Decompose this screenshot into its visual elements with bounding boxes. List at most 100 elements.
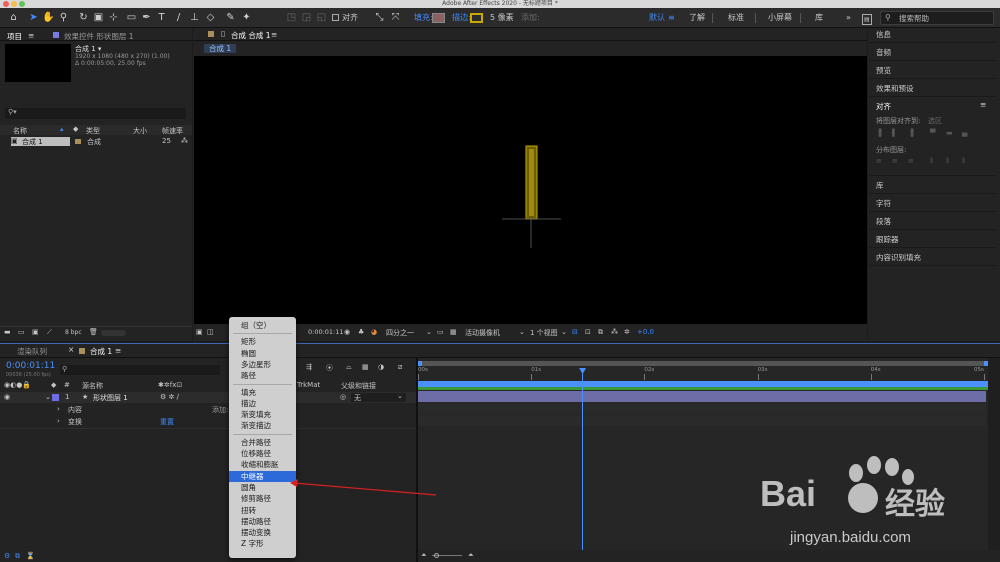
align-right-icon[interactable]: ▐ (908, 129, 913, 137)
layer-duration-bar[interactable] (418, 391, 986, 402)
distribute-top-icon[interactable]: ≡ (876, 157, 882, 165)
home-icon[interactable]: ⌂ (7, 11, 20, 24)
selection-tool-icon[interactable]: ➤ (27, 11, 40, 24)
menu-item[interactable]: 渐变填充 (229, 409, 296, 420)
panel-content-aware-fill[interactable]: 内容识别填充 (876, 252, 921, 263)
panel-character[interactable]: 字符 (876, 198, 891, 209)
zoom-in-icon[interactable]: ⏶ (468, 551, 474, 560)
menu-item[interactable]: 填充 (229, 387, 296, 398)
frame-blending-icon[interactable]: ▦ (362, 363, 369, 371)
delete-icon[interactable]: 🗑 (89, 328, 98, 336)
distribute-vcenter-icon[interactable]: ≡ (892, 157, 898, 165)
column-fps[interactable]: 帧速率 (162, 126, 183, 136)
hand-tool-icon[interactable]: ✋ (42, 11, 55, 24)
column-source-name[interactable]: 源名称 (82, 381, 103, 391)
menu-item[interactable]: 摆动变换 (229, 527, 296, 538)
menu-item[interactable]: 收缩和膨胀 (229, 459, 296, 470)
column-parent[interactable]: 父级和链接 (341, 381, 376, 391)
parent-dropdown[interactable]: 无 ⌄ (351, 392, 406, 402)
menu-item[interactable]: 路径 (229, 370, 296, 381)
comp-flowchart-icon[interactable]: ⧉ (598, 328, 603, 337)
menu-item[interactable]: 渐变描边 (229, 420, 296, 431)
panel-menu-icon[interactable]: ≡ (115, 346, 121, 355)
panel-menu-icon[interactable]: ≡ (271, 30, 277, 39)
close-icon[interactable]: × (68, 345, 74, 354)
panel-libraries[interactable]: 库 (876, 180, 884, 191)
fill-swatch[interactable] (432, 13, 445, 23)
roto-tool-icon[interactable]: ✎ (224, 11, 237, 24)
layer-label-color[interactable] (52, 394, 59, 401)
type-tool-icon[interactable]: T (155, 11, 168, 24)
sort-icon[interactable]: ▴ (60, 125, 64, 133)
panel-tracker[interactable]: 跟踪器 (876, 234, 899, 245)
panel-info[interactable]: 信息 (876, 29, 891, 40)
distribute-hcenter-icon[interactable]: ⦀ (946, 157, 949, 166)
fill-label[interactable]: 填充: (414, 12, 433, 24)
distribute-left-icon[interactable]: ⦀ (930, 157, 933, 166)
align-middle-icon[interactable]: ▬ (946, 129, 953, 137)
layer-row[interactable]: ◉ ⌄ 1 ★ 形状图层 1 ⚙ ✲ ∕ ◎ 无 ⌄ (0, 392, 416, 403)
camera-dropdown[interactable]: 活动摄像机 (465, 328, 500, 338)
axis-view-icon[interactable]: ◱ (315, 11, 328, 24)
column-type[interactable]: 类型 (86, 126, 100, 136)
menu-item[interactable]: 描边 (229, 398, 296, 409)
rectangle-tool-icon[interactable]: ▭ (125, 11, 138, 24)
chevron-down-icon[interactable]: ⌄ (426, 328, 432, 336)
zoom-tool-icon[interactable]: ⚲ (57, 11, 70, 24)
resolution-dropdown[interactable]: 四分之一 (386, 328, 414, 338)
puppet-tool-icon[interactable]: ✦ (240, 11, 253, 24)
visibility-icon[interactable]: ◉ (4, 393, 10, 401)
chevron-right-icon[interactable]: › (57, 417, 60, 425)
layer-name[interactable]: 形状图层 1 (93, 393, 128, 403)
menu-item[interactable]: 位移路径 (229, 448, 296, 459)
menu-item[interactable]: 组（空） (229, 320, 296, 331)
mask-toggle-icon[interactable]: ◫ (207, 328, 214, 336)
region-of-interest-icon[interactable]: ▭ (437, 328, 444, 336)
workspace-menu-icon[interactable]: ≡ (668, 12, 675, 24)
timeline-search-input[interactable]: ⚲ (60, 365, 220, 375)
motion-blur-icon[interactable]: ◑ (378, 363, 384, 371)
menu-item[interactable]: 多边星形 (229, 359, 296, 370)
tab-render-queue[interactable]: 渲染队列 (17, 346, 47, 357)
clone-tool-icon[interactable]: ⊥ (188, 11, 201, 24)
column-trkmat[interactable]: TrkMat (297, 381, 320, 389)
exposure-icon[interactable]: ✲ (624, 328, 630, 336)
new-comp-icon[interactable]: ▣ (32, 328, 39, 336)
chevron-right-icon[interactable]: › (57, 405, 60, 413)
panel-align-title[interactable]: 对齐 (876, 101, 891, 112)
panel-paragraph[interactable]: 段落 (876, 216, 891, 227)
workspace-library[interactable]: 库 (815, 12, 823, 24)
menu-item[interactable]: 合并路径 (229, 437, 296, 448)
reset-transform-button[interactable]: 重置 (160, 417, 174, 427)
layer-switches[interactable]: ⚙ ✲ ∕ (160, 393, 179, 401)
menu-item[interactable]: 矩形 (229, 336, 296, 347)
rotate-tool-icon[interactable]: ↻ (77, 11, 90, 24)
project-search-input[interactable]: ⚲▾ (5, 108, 186, 119)
show-snapshot-icon[interactable]: ♣ (358, 328, 364, 336)
work-area-bar[interactable] (418, 361, 988, 366)
snap-options-icon[interactable]: ⤧ (389, 11, 402, 24)
distribute-right-icon[interactable]: ⦀ (962, 157, 965, 166)
always-preview-icon[interactable]: ▣ (196, 328, 203, 336)
align-left-icon[interactable]: ▐ (876, 129, 881, 137)
toggle-modes-icon[interactable]: ⧉ (15, 552, 20, 561)
stroke-swatch[interactable] (470, 13, 483, 23)
pen-tool-icon[interactable]: ✒ (140, 11, 153, 24)
exposure-value[interactable]: +0.0 (637, 328, 654, 336)
graph-editor-icon[interactable]: ⧄ (398, 363, 402, 372)
shy-layers-icon[interactable]: ⌓ (346, 363, 352, 372)
comp-viewer[interactable] (194, 56, 867, 324)
toggle-switches-icon[interactable]: ⚙ (4, 552, 10, 560)
align-top-icon[interactable]: ▀ (930, 129, 935, 137)
chevron-down-icon[interactable]: ⌄ (519, 328, 525, 336)
menu-item[interactable]: 椭圆 (229, 348, 296, 359)
axis-world-icon[interactable]: ◲ (300, 11, 313, 24)
views-dropdown[interactable]: 1 个视图 (530, 328, 558, 338)
stroke-label[interactable]: 描边: (452, 12, 471, 24)
add-label[interactable]: 添加: (521, 12, 540, 24)
workspace-standard[interactable]: 标准 (728, 12, 744, 24)
expand-chevron-icon[interactable]: ⌄ (45, 393, 51, 401)
align-checkbox[interactable] (332, 14, 339, 21)
search-help-input[interactable]: ⚲ 搜索帮助 (880, 11, 994, 25)
render-time-icon[interactable]: ⌛ (26, 552, 35, 560)
